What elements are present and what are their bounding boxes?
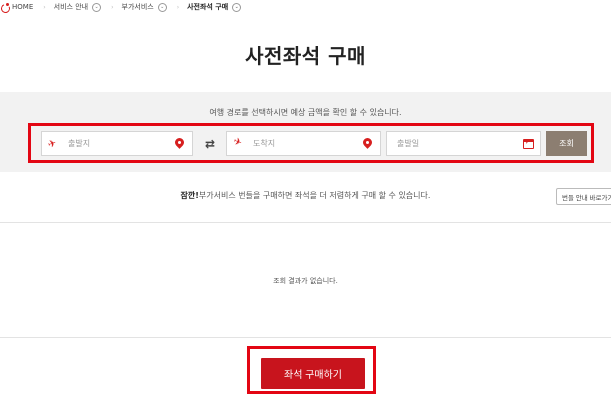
chevron-down-icon[interactable]: ⌄ xyxy=(232,2,242,12)
home-icon xyxy=(1,2,10,12)
search-guide-text: 여행 경로를 선택하시면 예상 금액을 확인 할 수 있습니다. xyxy=(209,108,402,117)
breadcrumb-home[interactable]: HOME xyxy=(0,2,34,12)
breadcrumb-item-service-guide[interactable]: 서비스 안내 ⌄ xyxy=(53,2,102,12)
departure-plane-icon: ✈ xyxy=(46,137,59,152)
departure-placeholder: 출발지 xyxy=(68,139,91,148)
bundle-notice-highlight: 잠깐! xyxy=(180,191,199,200)
chevron-down-icon[interactable]: ⌄ xyxy=(157,2,167,12)
breadcrumb: HOME › 서비스 안내 ⌄ › 부가서비스 ⌄ › 사전좌석 구매 ⌄ xyxy=(0,0,242,14)
departure-date-field[interactable]: 출발일 xyxy=(386,131,541,156)
bundle-guide-button[interactable]: 번들 안내 바로가기 xyxy=(556,188,611,205)
purchase-seat-button[interactable]: 좌석 구매하기 xyxy=(261,358,365,389)
breadcrumb-home-label: HOME xyxy=(12,3,34,11)
page-title: 사전좌석 구매 xyxy=(245,44,366,68)
breadcrumb-item-extra-services[interactable]: 부가서비스 ⌄ xyxy=(122,2,167,12)
departure-date-placeholder: 출발일 xyxy=(397,139,420,148)
bundle-notice: 잠깐!부가서비스 번들을 구매하면 좌석을 더 저렴하게 구매 할 수 있습니다… xyxy=(0,190,611,201)
breadcrumb-separator: › xyxy=(43,3,46,11)
divider xyxy=(0,222,611,223)
swap-route-icon[interactable]: ⇄ xyxy=(201,137,219,151)
location-pin-icon xyxy=(363,138,372,149)
breadcrumb-item-label: 사전좌석 구매 xyxy=(187,3,229,11)
search-button[interactable]: 조회 xyxy=(546,131,587,156)
empty-results-message: 조회 결과가 없습니다. xyxy=(273,277,338,285)
arrival-plane-icon: ✈ xyxy=(231,135,244,150)
bundle-notice-text: 부가서비스 번들을 구매하면 좌석을 더 저렴하게 구매 할 수 있습니다. xyxy=(198,191,431,200)
departure-field[interactable]: ✈ 출발지 xyxy=(41,131,193,156)
breadcrumb-separator: › xyxy=(111,3,114,11)
breadcrumb-item-seat-purchase[interactable]: 사전좌석 구매 ⌄ xyxy=(187,2,242,12)
breadcrumb-item-label: 부가서비스 xyxy=(121,3,154,11)
calendar-icon xyxy=(523,138,534,149)
breadcrumb-item-label: 서비스 안내 xyxy=(53,3,89,11)
arrival-field[interactable]: ✈ 도착지 xyxy=(226,131,381,156)
chevron-down-icon[interactable]: ⌄ xyxy=(92,2,102,12)
location-pin-icon xyxy=(175,138,184,149)
arrival-placeholder: 도착지 xyxy=(253,139,276,148)
divider xyxy=(0,337,611,338)
breadcrumb-separator: › xyxy=(176,3,180,11)
